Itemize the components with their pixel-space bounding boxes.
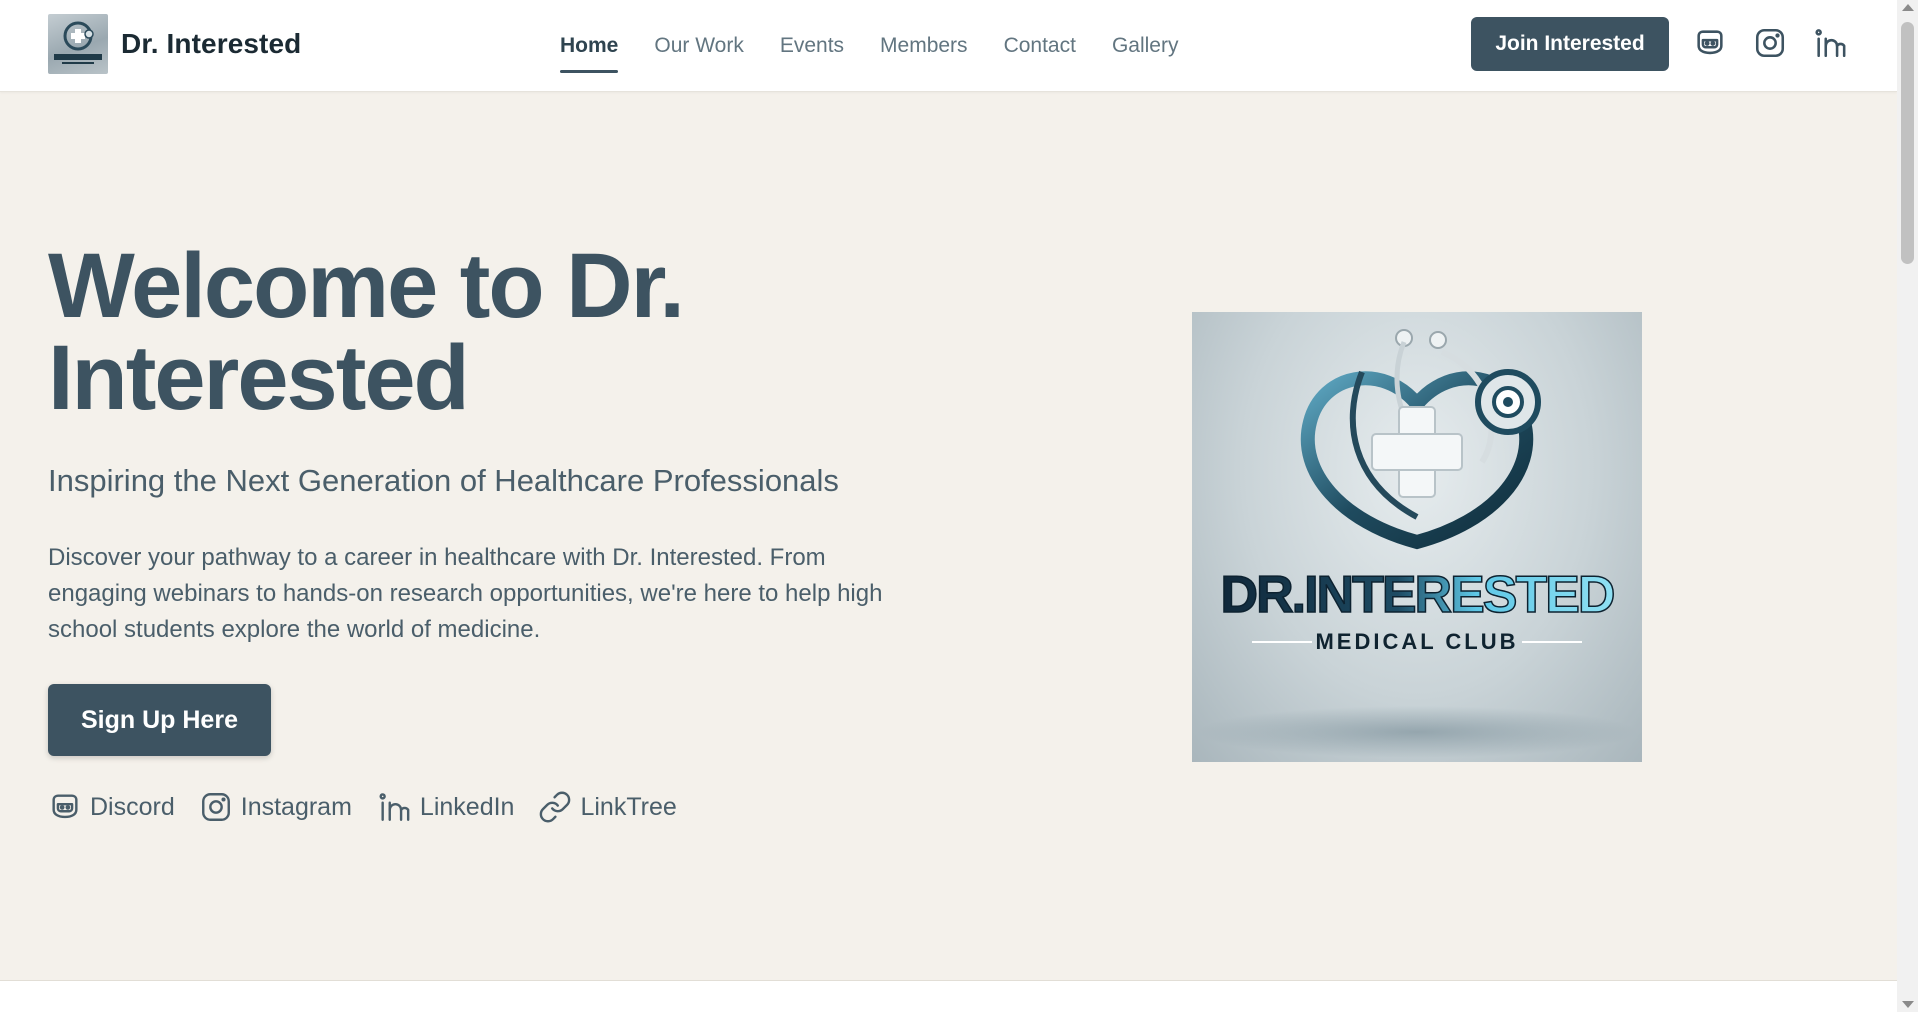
social-link-discord[interactable]: Discord (48, 790, 175, 824)
logo-tagline: MEDICAL CLUB (1315, 629, 1518, 654)
nav-our-work[interactable]: Our Work (654, 0, 743, 92)
social-link-linktree[interactable]: LinkTree (538, 790, 677, 824)
brand-home-link[interactable]: Dr. Interested (48, 14, 301, 74)
social-link-label: Instagram (240, 792, 352, 821)
logo-brand-text: DR.INTERESTED (1221, 566, 1614, 624)
instagram-icon (201, 793, 230, 821)
discord-icon (52, 794, 78, 819)
brand-name: Dr. Interested (121, 28, 302, 59)
brand-logo (48, 14, 108, 74)
social-link-instagram[interactable]: Instagram (199, 790, 352, 824)
header-social-icons (1691, 22, 1849, 64)
hero-subtitle: Inspiring the Next Generation of Healthc… (48, 463, 839, 498)
hero-title-line-2: Interested (48, 327, 470, 429)
club-logo-image: DR.INTERESTED MEDICAL CLUB (1192, 312, 1642, 762)
discord-icon[interactable] (1691, 22, 1729, 64)
site-header: Dr. Interested Home Our Work Events Memb… (0, 0, 1897, 92)
stethoscope-heart-logo-icon: DR.INTERESTED MEDICAL CLUB (1197, 329, 1637, 758)
next-section-edge (0, 980, 1897, 1012)
page-scrollbar[interactable] (1897, 0, 1918, 1012)
link-icon (540, 791, 571, 823)
nav-gallery[interactable]: Gallery (1112, 0, 1179, 92)
scroll-down-arrow-icon[interactable] (1902, 1001, 1914, 1008)
join-button[interactable]: Join Interested (1471, 17, 1669, 71)
hero-description: Discover your pathway to a career in hea… (48, 544, 883, 643)
linkedin-icon (379, 793, 410, 821)
social-link-label: LinkedIn (419, 792, 515, 821)
linkedin-icon[interactable] (1811, 22, 1849, 64)
main-nav: Home Our Work Events Members Contact Gal… (560, 0, 1178, 92)
scroll-thumb[interactable] (1901, 22, 1914, 264)
nav-events[interactable]: Events (780, 0, 844, 92)
scroll-up-arrow-icon[interactable] (1902, 4, 1914, 11)
stethoscope-logo-icon (54, 21, 102, 64)
hero-social-links: Discord Instagram LinkedIn LinkTree (48, 790, 677, 824)
social-link-label: Discord (90, 792, 175, 821)
nav-contact[interactable]: Contact (1004, 0, 1076, 92)
instagram-icon[interactable] (1751, 22, 1789, 64)
nav-home[interactable]: Home (560, 0, 619, 92)
nav-members[interactable]: Members (880, 0, 968, 92)
hero-title-line-1: Welcome to Dr. (48, 235, 685, 337)
hero-title: Welcome to Dr. Interested (48, 240, 808, 424)
social-link-linkedin[interactable]: LinkedIn (376, 790, 515, 824)
sign-up-button[interactable]: Sign Up Here (48, 684, 271, 756)
social-link-label: LinkTree (580, 792, 677, 821)
